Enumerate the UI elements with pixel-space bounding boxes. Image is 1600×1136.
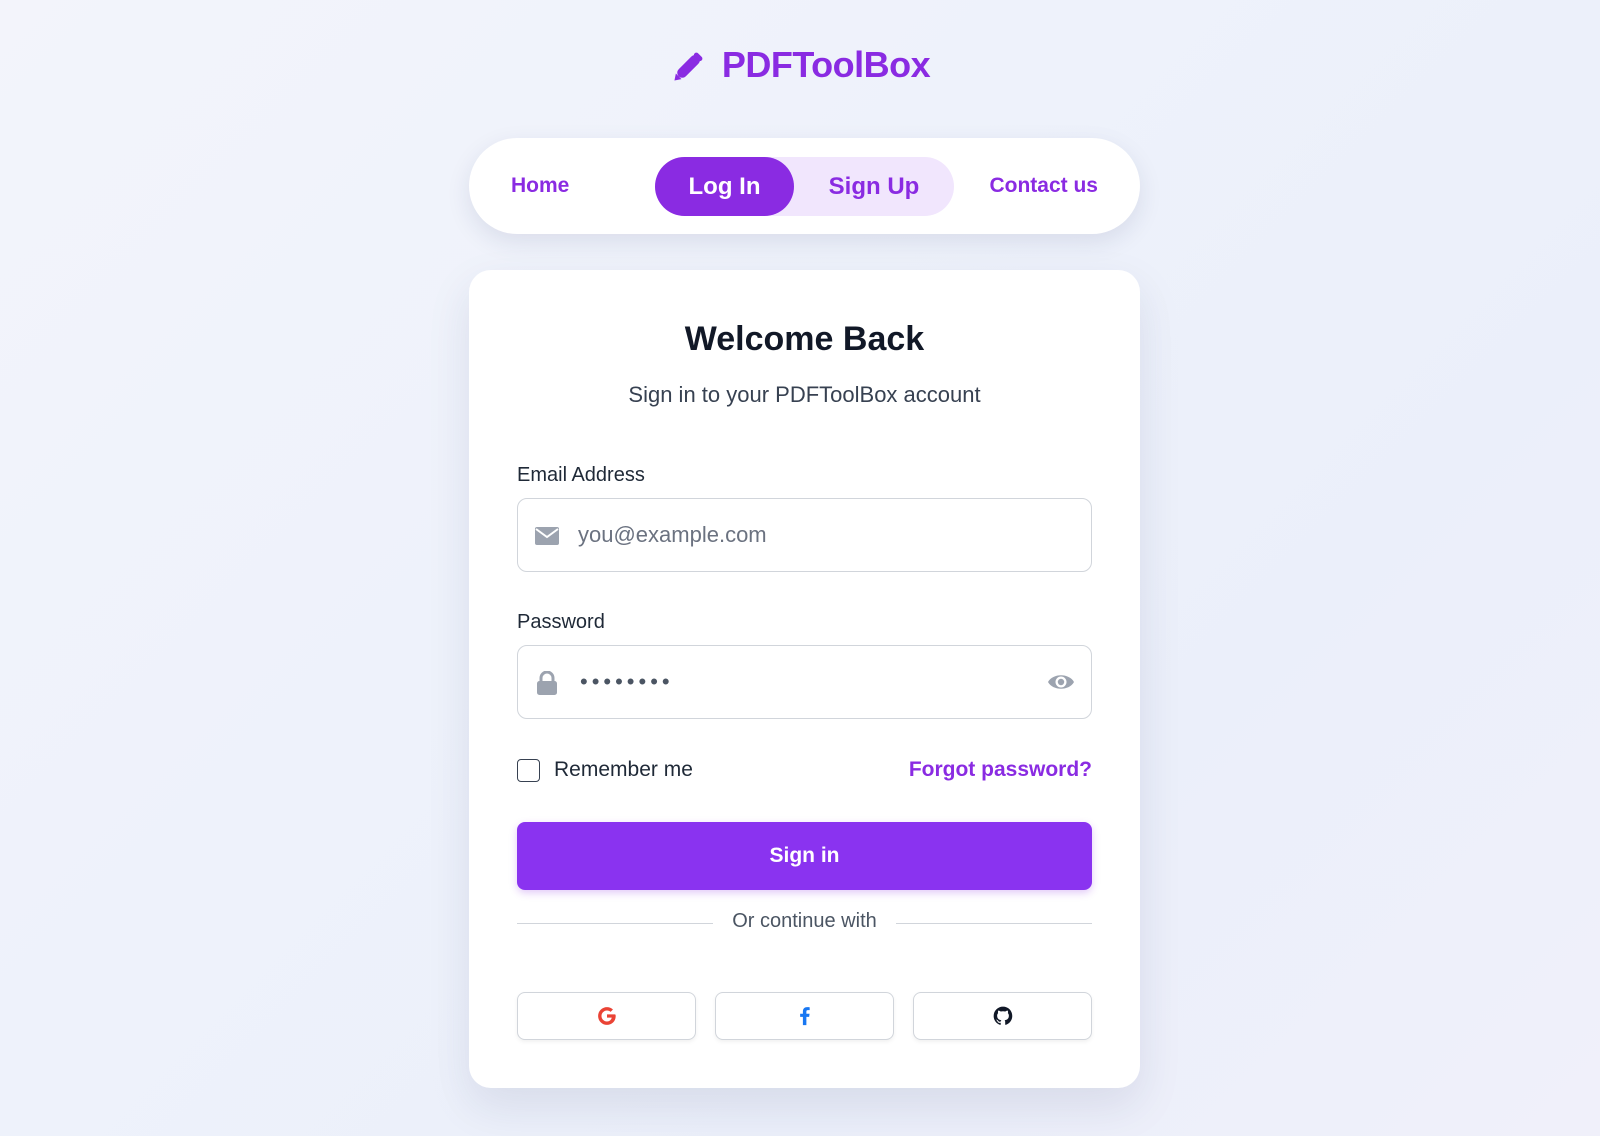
sign-in-button[interactable]: Sign in: [517, 822, 1092, 890]
tab-signup[interactable]: Sign Up: [794, 157, 954, 216]
remember-label: Remember me: [554, 758, 693, 781]
facebook-icon: [799, 1007, 810, 1026]
password-input[interactable]: ••••••••: [580, 646, 674, 717]
pencil-icon: [674, 52, 703, 81]
envelope-icon: [535, 527, 559, 545]
github-login-button[interactable]: [913, 992, 1092, 1040]
email-field[interactable]: [517, 498, 1092, 572]
email-label: Email Address: [517, 464, 645, 486]
google-icon: [597, 1007, 616, 1025]
social-divider: Or continue with: [517, 908, 1092, 938]
top-nav: Home Log In Sign Up Contact us: [469, 138, 1140, 234]
email-input[interactable]: [578, 499, 1018, 570]
login-card: Welcome Back Sign in to your PDFToolBox …: [469, 270, 1140, 1088]
brand-logo[interactable]: PDFToolBox: [0, 44, 1600, 86]
github-icon: [993, 1006, 1012, 1025]
divider-text: Or continue with: [732, 910, 877, 932]
page-subtitle: Sign in to your PDFToolBox account: [628, 382, 981, 407]
nav-contact-link[interactable]: Contact us: [989, 138, 1098, 234]
remember-checkbox[interactable]: [517, 758, 540, 782]
tab-login[interactable]: Log In: [655, 157, 794, 216]
brand-name: PDFToolBox: [721, 44, 931, 85]
page-title: Welcome Back: [684, 320, 925, 358]
divider-line-right: [896, 923, 1092, 924]
lock-icon: [537, 671, 557, 695]
password-field[interactable]: ••••••••: [517, 645, 1092, 719]
google-login-button[interactable]: [517, 992, 696, 1040]
password-label: Password: [517, 611, 605, 633]
remember-me[interactable]: Remember me: [517, 758, 693, 782]
eye-icon[interactable]: [1047, 670, 1075, 694]
nav-home-link[interactable]: Home: [511, 138, 569, 234]
facebook-login-button[interactable]: [715, 992, 894, 1040]
forgot-password-link[interactable]: Forgot password?: [909, 758, 1092, 782]
auth-toggle: Log In Sign Up: [655, 157, 954, 216]
